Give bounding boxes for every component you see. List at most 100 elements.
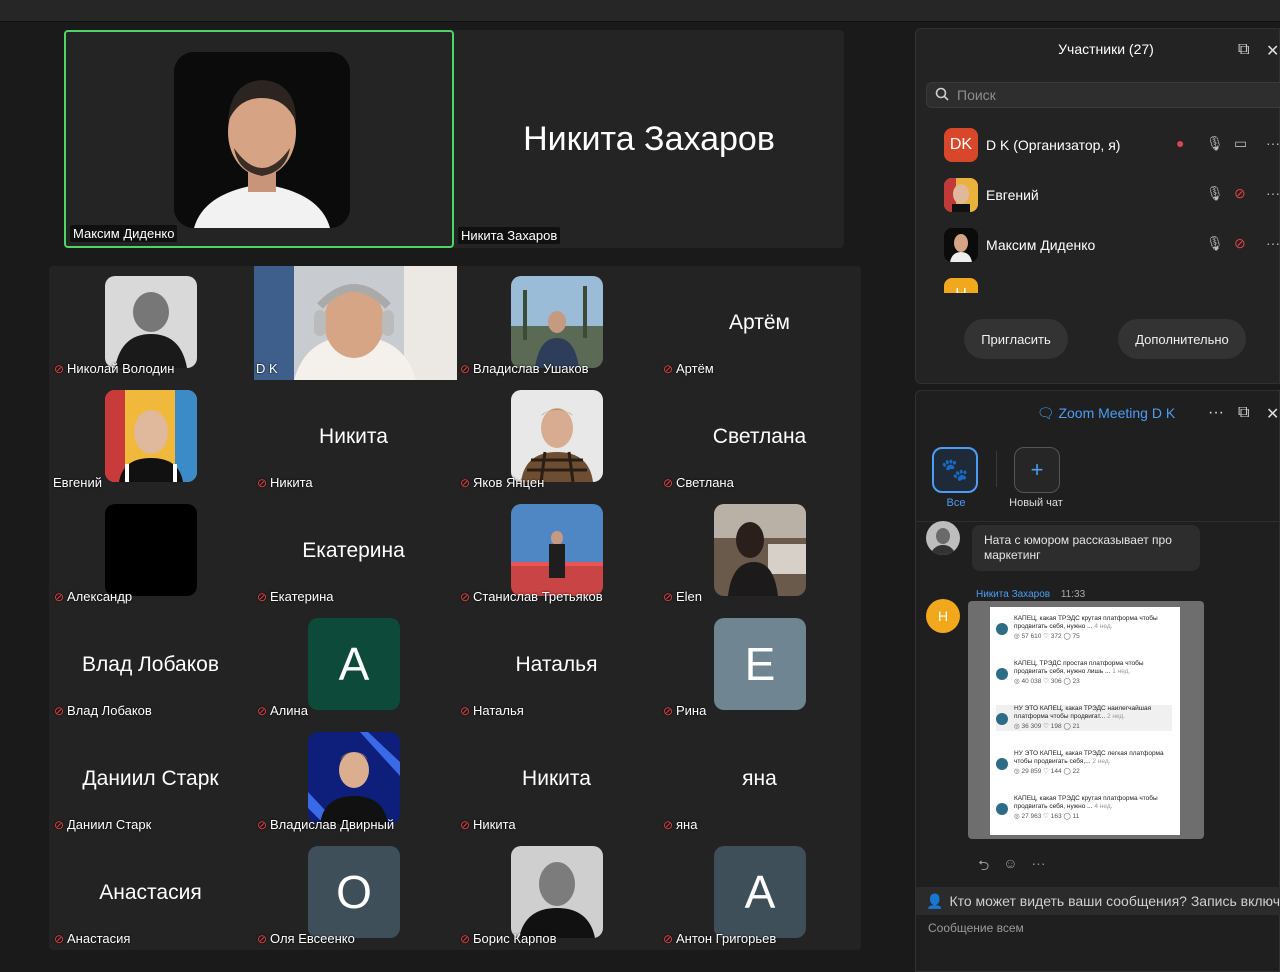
participant-row[interactable]: Евгений 🎙 ⊘ ··· xyxy=(944,175,1280,215)
camera-icon[interactable]: ▭ xyxy=(1234,135,1247,152)
participant-name: Екатерина xyxy=(270,589,334,604)
message-time: 11:33 xyxy=(1060,589,1086,600)
chat-tab-all[interactable]: 🐾 xyxy=(932,447,978,493)
participant-tile[interactable]: ⊘ Яков Янцен xyxy=(455,380,658,494)
chat-bubble-icon: 🗨 xyxy=(1036,405,1055,421)
camera-off-icon[interactable]: ⊘ xyxy=(1234,235,1246,252)
participant-photo xyxy=(105,504,197,596)
participant-tile[interactable]: ⊘ Владислав Ушаков xyxy=(455,266,658,380)
pop-out-icon[interactable]: ⧉ xyxy=(1238,404,1249,422)
participant-tile[interactable]: Екатерина ⊘ Екатерина xyxy=(252,494,455,608)
post-age: 2 нед. xyxy=(1107,713,1126,720)
message-input[interactable]: Сообщение всем xyxy=(928,921,1024,935)
participant-tile[interactable]: Даниил Старк ⊘ Даниил Старк xyxy=(49,722,252,836)
avatar xyxy=(944,178,978,212)
participant-name: Максим Диденко xyxy=(986,237,1096,253)
participant-tile[interactable]: Анастасия ⊘ Анастасия xyxy=(49,836,252,950)
close-icon[interactable]: ✕ xyxy=(1266,404,1279,424)
microphone-icon[interactable]: 🎙 xyxy=(1206,235,1224,252)
pop-out-icon[interactable]: ⧉ xyxy=(1238,41,1249,59)
mic-muted-icon: ⊘ xyxy=(662,817,674,832)
message-sender: Никита Захаров xyxy=(976,589,1051,600)
invite-button[interactable]: Пригласить xyxy=(964,319,1068,359)
more-icon[interactable]: ··· xyxy=(1266,185,1280,201)
speaker-name-label: Максим Диденко xyxy=(70,225,178,242)
participant-tile[interactable]: ⊘ Владислав Двирный xyxy=(252,722,455,836)
mic-muted-icon: ⊘ xyxy=(256,817,268,832)
mic-muted-icon: ⊘ xyxy=(459,475,471,490)
participant-name: Рина xyxy=(676,703,707,718)
participant-tile[interactable]: A ⊘ Алина xyxy=(252,608,455,722)
close-icon[interactable]: ✕ xyxy=(1266,41,1279,61)
participant-name-label: ⊘ Яков Янцен xyxy=(459,475,544,490)
post-age: 2 нед. xyxy=(1092,758,1111,765)
chat-title-text: Zoom Meeting D K xyxy=(1058,405,1176,421)
shared-screenshot-image[interactable]: КАПЕЦ, какая ТРЭДС крутая платформа чтоб… xyxy=(968,601,1204,839)
participant-tile[interactable]: O ⊘ Оля Евсеенко xyxy=(252,836,455,950)
participant-photo xyxy=(511,276,603,368)
mic-muted-icon: ⊘ xyxy=(662,475,674,490)
participant-tile[interactable]: яна ⊘ яна xyxy=(658,722,861,836)
participant-photo xyxy=(511,846,603,938)
more-icon[interactable]: ··· xyxy=(1266,135,1280,151)
new-chat-label: Новый чат xyxy=(1009,497,1063,509)
more-icon[interactable]: ··· xyxy=(1208,404,1224,422)
mic-muted-icon: ⊘ xyxy=(459,703,471,718)
participant-name-label: ⊘ Светлана xyxy=(662,475,734,490)
participant-name-label: ⊘ Артём xyxy=(662,361,714,376)
participant-tile[interactable]: Евгений xyxy=(49,380,252,494)
microphone-icon[interactable]: 🎙 xyxy=(1206,185,1224,202)
participant-tile[interactable]: Влад Лобаков ⊘ Влад Лобаков xyxy=(49,608,252,722)
privacy-notice[interactable]: 👤 Кто может видеть ваши сообщения? Запис… xyxy=(916,887,1280,915)
mic-muted-icon: ⊘ xyxy=(662,703,674,718)
participant-tile[interactable]: Никита ⊘ Никита xyxy=(455,722,658,836)
participant-tile[interactable]: Никита ⊘ Никита xyxy=(252,380,455,494)
participant-tile[interactable]: ⊘ Elen xyxy=(658,494,861,608)
participant-name-label: ⊘ Влад Лобаков xyxy=(53,703,152,718)
participant-name: Антон Григорьев xyxy=(676,931,777,946)
speaker-photo xyxy=(174,52,350,228)
participant-name-label: ⊘ Никита xyxy=(459,817,516,832)
participant-tile[interactable]: Светлана ⊘ Светлана xyxy=(658,380,861,494)
participant-name-label: ⊘ Антон Григорьев xyxy=(662,931,776,946)
more-icon[interactable]: ··· xyxy=(1266,235,1280,251)
message-meta: Никита Захаров 11:33 xyxy=(976,589,1085,600)
participant-row[interactable]: Максим Диденко 🎙 ⊘ ··· xyxy=(944,225,1280,265)
mic-muted-icon: ⊘ xyxy=(459,589,471,604)
speaker-tile-active[interactable]: Максим Диденко xyxy=(64,30,454,248)
mic-muted-icon: ⊘ xyxy=(256,931,268,946)
new-chat-button[interactable]: + xyxy=(1014,447,1060,493)
participant-tile[interactable]: Артём ⊘ Артём xyxy=(658,266,861,380)
participant-row[interactable]: DK D K (Организатор, я) ● 🎙 ▭ ··· xyxy=(944,125,1280,165)
participant-tile[interactable]: Наталья ⊘ Наталья xyxy=(455,608,658,722)
participant-tile[interactable]: ⊘ Станислав Третьяков xyxy=(455,494,658,608)
participants-search-input[interactable]: Поиск xyxy=(926,82,1280,108)
participant-name-label: ⊘ Станислав Третьяков xyxy=(459,589,603,604)
participant-name: Светлана xyxy=(676,475,734,490)
participant-tile[interactable]: D K xyxy=(252,266,457,380)
participant-name: Борис Карпов xyxy=(473,931,557,946)
camera-off-icon[interactable]: ⊘ xyxy=(1234,185,1246,202)
more-options-button[interactable]: Дополнительно xyxy=(1118,319,1246,359)
more-icon[interactable]: ··· xyxy=(1032,855,1046,879)
participant-name: Владислав Ушаков xyxy=(473,361,589,376)
post-text: КАПЕЦ, какая ТРЭДС крутая платформа чтоб… xyxy=(1014,615,1158,630)
emoji-icon[interactable]: ☺ xyxy=(1003,855,1017,879)
reply-icon[interactable]: ⮌ xyxy=(978,855,989,879)
participant-tile[interactable]: ⊘ Борис Карпов xyxy=(455,836,658,950)
participants-title: Участники (27) xyxy=(1058,41,1154,57)
participant-photo xyxy=(308,732,400,824)
participant-name-label: ⊘ Владислав Ушаков xyxy=(459,361,589,376)
microphone-icon[interactable]: 🎙 xyxy=(1206,135,1224,152)
participant-tile[interactable]: ⊘ Александр xyxy=(49,494,252,608)
speaker-tile[interactable]: Никита Захаров Никита Захаров xyxy=(454,30,844,248)
mic-muted-icon: ⊘ xyxy=(256,703,268,718)
participant-tile[interactable]: ⊘ Николай Володин xyxy=(49,266,252,380)
participant-name: Николай Володин xyxy=(67,361,175,376)
participant-tile[interactable]: E ⊘ Рина xyxy=(658,608,861,722)
participant-name: Elen xyxy=(676,589,703,604)
participant-row[interactable]: Н xyxy=(944,275,1280,293)
participant-tile[interactable]: A ⊘ Антон Григорьев xyxy=(658,836,861,950)
post-avatar xyxy=(996,758,1008,770)
participant-name: Алина xyxy=(270,703,308,718)
